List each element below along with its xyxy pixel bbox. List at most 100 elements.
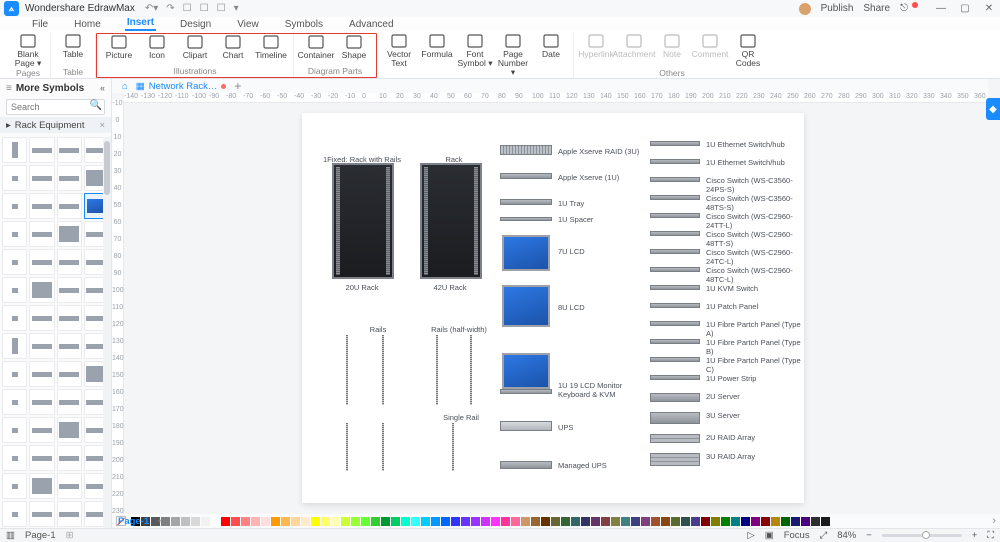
menu-tab-symbols[interactable]: Symbols [283,19,325,31]
symbol-thumb[interactable] [2,445,27,471]
managed-ups-img[interactable] [500,461,552,469]
fullscreen-icon[interactable]: ⛶ [987,530,994,541]
color-swatch[interactable] [321,517,330,526]
font-symbol-button[interactable]: Font Symbol ▾ [457,33,493,77]
color-swatch[interactable] [561,517,570,526]
search-icon[interactable]: 🔍 [90,100,102,111]
symbol-thumb[interactable] [29,221,54,247]
zoom-slider[interactable] [882,534,962,537]
chart-button[interactable]: Chart [215,34,251,60]
symbol-thumb[interactable] [57,361,82,387]
color-swatch[interactable] [361,517,370,526]
device-img[interactable] [650,285,700,290]
add-page-icon[interactable]: + [157,516,163,527]
color-swatch[interactable] [481,517,490,526]
symbol-thumb[interactable] [57,277,82,303]
color-swatch[interactable] [191,517,200,526]
device-img[interactable] [650,303,700,308]
symbol-thumb[interactable] [2,389,27,415]
symbol-scrollbar[interactable] [103,137,111,528]
symbol-panel-header[interactable]: ≡ More Symbols « [0,79,111,97]
device-img[interactable] [650,231,700,236]
symbol-thumb[interactable] [2,193,27,219]
symbol-thumb[interactable] [29,389,54,415]
close-category-icon[interactable]: × [99,120,105,131]
symbol-thumb[interactable] [29,277,54,303]
color-swatch[interactable] [261,517,270,526]
zoom-in-icon[interactable]: + [972,530,978,541]
add-doc-tab[interactable]: + [234,79,241,93]
color-swatch[interactable] [461,517,470,526]
color-swatch[interactable] [351,517,360,526]
symbol-thumb[interactable] [2,221,27,247]
color-swatch[interactable] [571,517,580,526]
symbol-thumb[interactable] [57,137,82,163]
rack-20u-image[interactable] [332,163,394,279]
color-swatch[interactable] [181,517,190,526]
symbol-thumb[interactable] [29,193,54,219]
rail-img[interactable] [470,335,472,405]
color-swatch[interactable] [821,517,830,526]
color-swatch[interactable] [391,517,400,526]
color-swatch[interactable] [511,517,520,526]
user-avatar-icon[interactable] [799,3,811,15]
symbol-thumb[interactable] [57,473,82,499]
page-nav-icon[interactable]: ⊞ [66,530,74,541]
color-swatch[interactable] [341,517,350,526]
symbol-thumb[interactable] [29,249,54,275]
color-swatch[interactable] [791,517,800,526]
symbol-thumb[interactable] [2,305,27,331]
symbol-thumb[interactable] [57,249,82,275]
rail-img[interactable] [346,423,348,471]
doc-tab-1[interactable]: ▦ Network Rack… [136,81,227,92]
menu-tab-home[interactable]: Home [72,19,103,31]
canvas-area[interactable]: 1Fixed: Rack with Rails 20U Rack Rack 42… [124,103,988,514]
qat-export-icon[interactable]: ☐ [217,3,226,14]
color-swatch[interactable] [601,517,610,526]
comment-button[interactable]: Comment [692,33,728,68]
rail-img[interactable] [346,335,348,405]
symbol-thumb[interactable] [2,361,27,387]
color-swatch[interactable] [731,517,740,526]
symbol-thumb[interactable] [2,277,27,303]
symbol-thumb[interactable] [2,165,27,191]
color-swatch[interactable] [311,517,320,526]
timeline-button[interactable]: Timeline [253,34,289,60]
device-img[interactable] [650,177,700,182]
rail-img[interactable] [452,423,454,471]
home-doc-tab[interactable]: ⌂ [122,81,128,92]
menu-tab-insert[interactable]: Insert [125,17,156,31]
undo-icon[interactable]: ↶▾ [145,3,158,14]
color-swatch[interactable] [741,517,750,526]
symbol-thumb[interactable] [2,137,27,163]
blank-page-button[interactable]: Blank Page ▾ [10,33,46,68]
color-swatch[interactable] [491,517,500,526]
picture-button[interactable]: Picture [101,34,137,60]
color-swatch[interactable] [411,517,420,526]
presentation-icon[interactable]: ▷ [747,530,754,541]
focus-icon[interactable]: ▣ [765,530,774,541]
color-swatch[interactable] [521,517,530,526]
symbol-thumb[interactable] [57,305,82,331]
color-swatch[interactable] [441,517,450,526]
color-swatch[interactable] [401,517,410,526]
zoom-out-icon[interactable]: − [866,530,872,541]
color-swatch[interactable] [381,517,390,526]
color-swatch[interactable] [701,517,710,526]
lcd8-img[interactable] [502,285,550,327]
color-swatch[interactable] [551,517,560,526]
color-swatch[interactable] [251,517,260,526]
fit-icon[interactable]: ⤢ [820,530,828,541]
pages-icon[interactable]: ▥ [6,530,15,541]
vector-text-button[interactable]: Vector Text [381,33,417,77]
minimize-button[interactable]: — [934,3,948,14]
color-swatch[interactable] [211,517,220,526]
tray-img[interactable] [500,199,552,205]
share-button[interactable]: Share [863,3,890,14]
xserve-1u-img[interactable] [500,173,552,179]
symbol-thumb[interactable] [57,501,82,527]
notify-icon[interactable]: ⎋ [900,3,908,14]
symbol-thumb[interactable] [29,333,54,359]
color-swatch[interactable] [641,517,650,526]
color-swatch[interactable] [651,517,660,526]
